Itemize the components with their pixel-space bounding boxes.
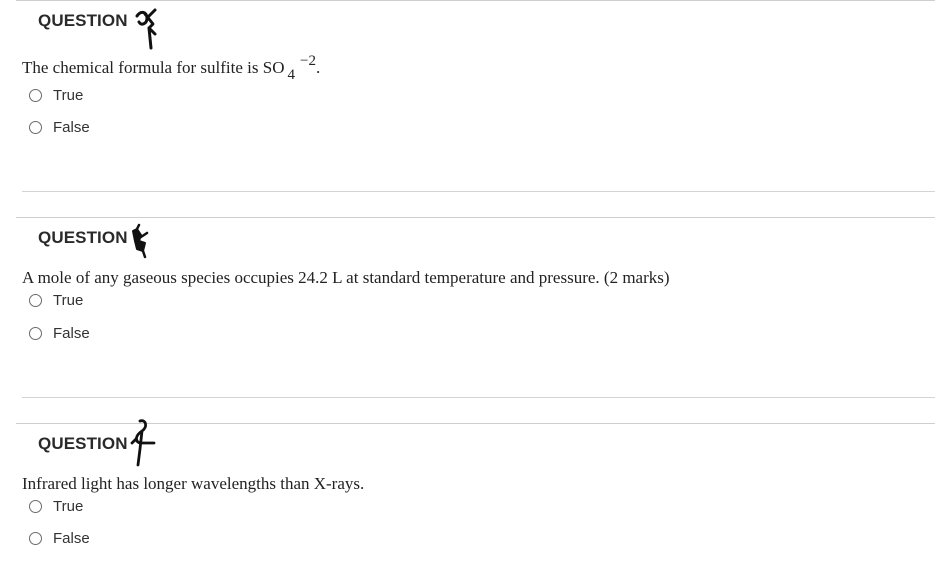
question-header: QUESTION (38, 11, 128, 30)
handwritten-number-scribble (130, 419, 156, 467)
question-divider-top (16, 217, 935, 218)
question-divider-top (16, 0, 935, 1)
formula-subscript: 4 (287, 67, 295, 83)
handwritten-number-scribble (132, 223, 149, 259)
option-label: False (53, 324, 90, 342)
question-text: A mole of any gaseous species occupies 2… (22, 268, 670, 287)
question-header: QUESTION (38, 228, 128, 247)
option-label: False (53, 118, 90, 136)
radio-button[interactable] (29, 499, 42, 513)
question-divider-bottom (22, 397, 935, 398)
option-label: True (53, 291, 84, 309)
question-text: Infrared light has longer wavelengths th… (22, 474, 365, 493)
formula-superscript: −2 (299, 53, 316, 69)
option-true[interactable]: True (29, 497, 83, 515)
option-false[interactable]: False (29, 118, 90, 136)
question-divider-bottom (22, 191, 935, 192)
option-false[interactable]: False (29, 529, 90, 547)
radio-button[interactable] (29, 531, 42, 545)
question-header: QUESTION (38, 434, 128, 453)
option-true[interactable]: True (29, 86, 83, 104)
question-text-end: . (315, 58, 321, 77)
question-text-body: The chemical formula for sulfite is SO (22, 58, 285, 77)
option-false[interactable]: False (29, 324, 90, 342)
question-text: The chemical formula for sulfite is SO 4−… (22, 53, 321, 83)
handwritten-number-scribble (135, 8, 157, 50)
radio-button[interactable] (29, 326, 42, 340)
option-label: True (53, 497, 84, 515)
radio-button[interactable] (29, 120, 42, 134)
radio-button[interactable] (29, 88, 42, 102)
option-label: False (53, 529, 90, 547)
radio-button[interactable] (29, 293, 42, 307)
option-label: True (53, 86, 84, 104)
option-true[interactable]: True (29, 291, 83, 309)
